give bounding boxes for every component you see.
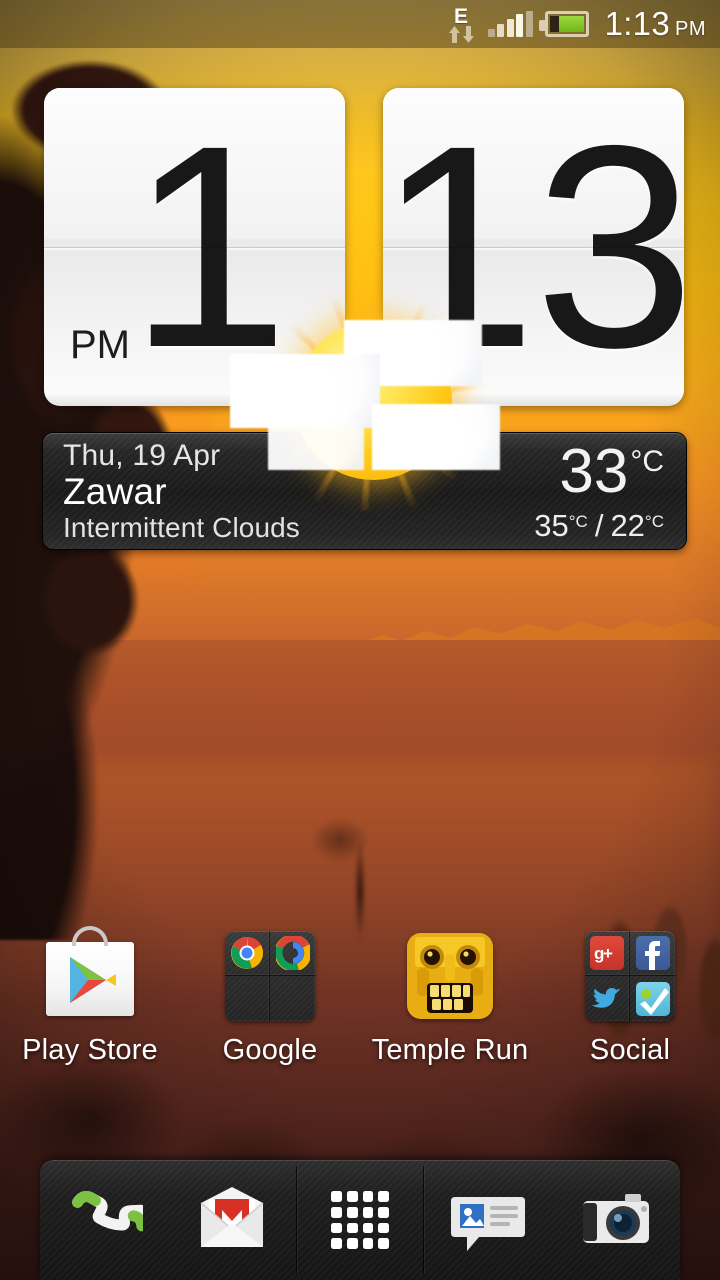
play-store-icon [42,926,138,1024]
weather-date: Thu, 19 Apr [63,438,221,472]
folder-grid [225,931,315,1021]
weather-current-temp-unit: °C [630,445,664,478]
folder-slot-4 [630,976,675,1021]
weather-low-value: 22 [610,508,645,543]
status-bar-ampm: PM [675,18,706,40]
folder-icon [222,928,318,1024]
weather-city: Zawar [63,471,167,513]
google-plus-icon: g + [590,936,624,970]
camera-icon [577,1181,655,1259]
arrow-up-icon [448,25,460,43]
clock-period-label: PM [70,323,130,367]
weather-high-value: 35 [534,508,569,543]
twitter-icon [590,982,624,1016]
weather-condition: Intermittent Clouds [63,511,300,543]
weather-range-separator: / [594,508,604,543]
arrow-down-icon [462,25,474,43]
chrome-icon [230,936,264,970]
flip-clock-widget[interactable]: 1 PM 13 [44,88,684,406]
status-bar[interactable]: E 1:13 PM [0,0,720,48]
folder-slot-3 [585,976,630,1021]
chrome-beta-icon [274,934,311,972]
app-label: Google [222,1034,318,1066]
weather-info-right: 33 °C 35 °C / 22 °C [534,441,664,542]
play-store-bag-handle [72,926,108,946]
weather-current-temp-value: 33 [559,437,629,506]
phone-icon [65,1181,155,1259]
folder-shortcut-social[interactable]: g + Social [540,928,720,1098]
all-apps-grid-icon [321,1181,399,1259]
dock-item-messages[interactable] [424,1160,552,1280]
folder-slot-1: g + [585,931,630,976]
foursquare-icon [635,981,670,1016]
weather-low-unit: °C [644,512,664,531]
status-bar-clock: 1:13 PM [605,5,706,43]
weather-info-left: Thu, 19 Apr Zawar Intermittent Clouds [63,438,300,543]
svg-text:+: + [603,944,613,963]
app-shortcut-temple-run[interactable]: Temple Run [360,928,540,1098]
network-type-label: E [454,4,469,28]
clock-hour-card[interactable]: 1 PM [44,88,345,406]
home-screen-app-row: Play Store Google Temple Run g + Social [0,926,720,1098]
weather-high-unit: °C [568,512,588,531]
weather-current-temp: 33 °C [559,441,664,503]
clock-minute-digits: 13 [383,88,684,406]
app-label: Play Store [22,1034,158,1066]
dock-item-phone[interactable] [40,1160,168,1280]
temple-run-icon [402,928,498,1024]
play-triangle-icon [70,957,116,1003]
app-label: Social [589,1034,671,1066]
network-type-indicator: E [448,6,475,43]
gmail-icon [193,1181,271,1259]
dock-item-all-apps[interactable] [296,1160,424,1280]
app-label: Temple Run [371,1034,529,1066]
dock-separator [296,1166,297,1274]
folder-icon: g + [582,928,678,1024]
battery-fill [559,16,584,32]
signal-bars-icon [487,11,533,37]
status-bar-time: 1:13 [604,5,670,42]
facebook-icon [635,936,670,970]
folder-slot-4 [270,976,315,1021]
folder-slot-2 [270,931,315,976]
play-store-bag [46,926,134,1016]
dock-item-camera[interactable] [552,1160,680,1280]
messages-icon [449,1181,527,1259]
dock-item-gmail[interactable] [168,1160,296,1280]
app-shortcut-play-store[interactable]: Play Store [0,926,180,1098]
folder-grid: g + [585,931,675,1021]
folder-slot-1 [225,931,270,976]
data-transfer-arrows-icon [448,25,475,43]
folder-slot-2 [630,931,675,976]
battery-empty-portion [549,16,559,32]
weather-widget[interactable]: Thu, 19 Apr Zawar Intermittent Clouds 33… [42,432,687,550]
folder-slot-3 [225,976,270,1021]
folder-shortcut-google[interactable]: Google [180,928,360,1098]
weather-temp-range: 35 °C / 22 °C [534,510,664,541]
temple-run-mask [407,933,493,1019]
dock [40,1160,680,1280]
clock-minute-card[interactable]: 13 [383,88,684,406]
battery-icon [538,11,589,37]
